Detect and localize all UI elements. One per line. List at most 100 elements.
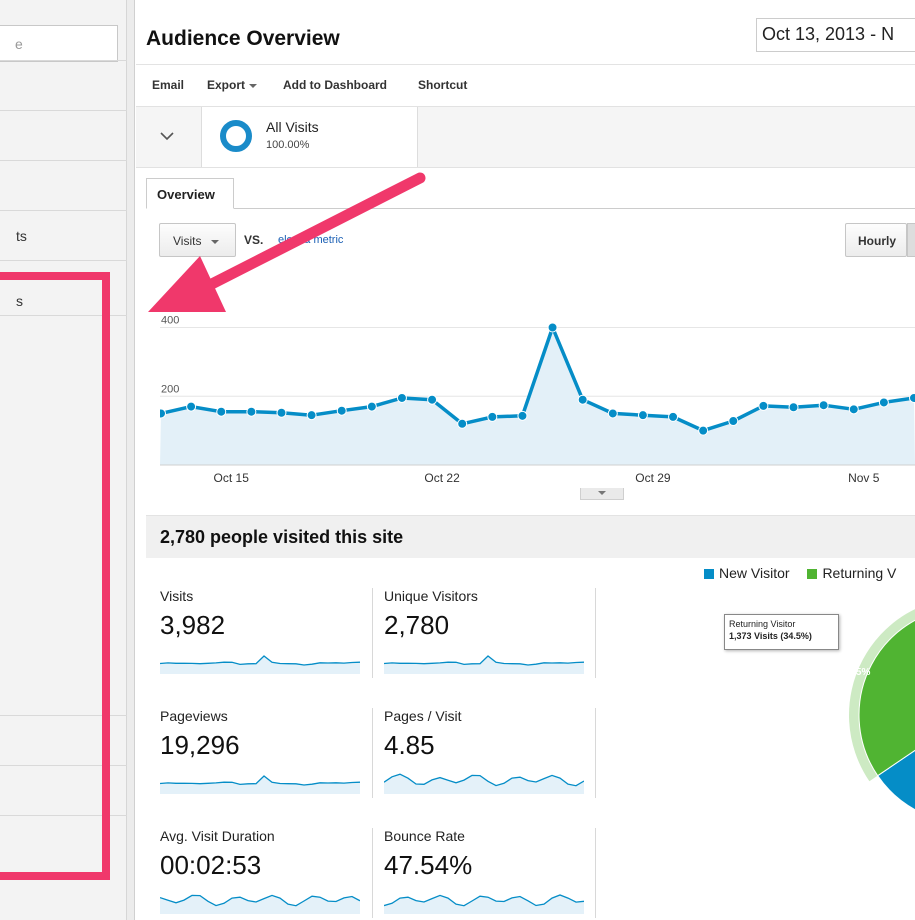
metric-label: Pageviews — [160, 708, 228, 724]
sparkline-area — [160, 656, 360, 674]
app-root: e ts s Audience Overview Oct 13, 2013 - … — [0, 0, 915, 920]
metric-label: Avg. Visit Duration — [160, 828, 275, 844]
data-point — [160, 408, 166, 419]
data-point — [818, 400, 829, 411]
data-point — [186, 401, 197, 412]
sidebar-item[interactable]: s — [0, 260, 127, 315]
metric-card[interactable]: Visits 3,982 — [160, 588, 380, 698]
pie-tooltip: Returning Visitor 1,373 Visits (34.5%) — [724, 614, 839, 650]
legend-swatch-returning-visitor — [807, 569, 818, 580]
metric-card[interactable]: Pages / Visit 4.85 — [384, 708, 604, 818]
date-range-picker[interactable]: Oct 13, 2013 - N — [756, 18, 915, 52]
metric-value: 4.85 — [384, 730, 435, 760]
export-label: Export — [207, 78, 246, 92]
chevron-down-icon — [160, 132, 174, 141]
hourly-button[interactable]: Hourly — [845, 223, 907, 257]
x-tick-label: Oct 29 — [635, 471, 671, 485]
metric-card[interactable]: Pageviews 19,296 — [160, 708, 380, 818]
segment-percent: 100.00% — [266, 139, 310, 151]
legend-swatch-new-visitor — [704, 569, 714, 580]
sidebar-item-label: ts — [16, 228, 27, 244]
visits-line-chart: 400 200 Oct 15 Oct 22 Oct 29 Nov 5 — [160, 315, 915, 485]
sparkline-area — [160, 776, 360, 794]
segment-card-all-visits[interactable]: All Visits 100.00% — [202, 107, 418, 167]
metric-divider — [372, 828, 373, 918]
x-tick-label: Oct 22 — [424, 471, 460, 485]
sidebar-item[interactable] — [0, 765, 127, 815]
sidebar-item[interactable] — [0, 110, 127, 160]
pie-label-returning-visitor: 34.5% — [842, 667, 870, 678]
select-metric-link[interactable]: elect a metric — [278, 234, 343, 246]
sidebar-item[interactable] — [0, 160, 127, 210]
metric-divider — [372, 708, 373, 798]
sparkline-area — [384, 774, 584, 794]
metric-value: 3,982 — [160, 610, 226, 640]
data-point — [547, 322, 558, 333]
metric-label: Visits — [160, 588, 194, 604]
sidebar-item[interactable] — [0, 815, 127, 865]
metric-sparkline — [160, 894, 360, 914]
expand-chart-handle[interactable] — [580, 488, 624, 500]
sidebar-item[interactable] — [0, 60, 127, 110]
data-point — [366, 401, 377, 412]
data-point — [878, 397, 889, 408]
metric-value: 2,780 — [384, 610, 450, 640]
metric-sparkline — [384, 894, 584, 914]
sidebar-item[interactable] — [0, 315, 127, 365]
segment-toggle[interactable] — [136, 107, 202, 167]
data-point — [758, 400, 769, 411]
data-point — [668, 411, 679, 422]
metric-label: Pages / Visit — [384, 708, 462, 724]
metric-sparkline — [160, 655, 360, 674]
data-point — [216, 406, 227, 417]
legend-new-visitor: New Visitor — [719, 565, 790, 581]
segment-ring-icon — [220, 120, 252, 152]
data-point — [427, 394, 438, 405]
email-button[interactable]: Email — [152, 78, 184, 92]
metric-card[interactable]: Unique Visitors 2,780 — [384, 588, 604, 698]
metric-card[interactable]: Avg. Visit Duration 00:02:53 — [160, 828, 380, 920]
vs-label: VS. — [244, 233, 264, 247]
metric-divider — [372, 588, 373, 678]
sparkline-area — [160, 895, 360, 914]
main-content: Audience Overview Oct 13, 2013 - N Email… — [136, 0, 915, 920]
sparkline-area — [384, 656, 584, 674]
page-title: Audience Overview — [146, 27, 340, 50]
metric-card[interactable]: Bounce Rate 47.54% — [384, 828, 604, 920]
data-point — [457, 418, 468, 429]
data-point — [396, 392, 407, 403]
tooltip-value: 1,373 Visits (34.5%) — [729, 631, 812, 641]
chevron-down-icon — [249, 83, 258, 88]
day-button[interactable] — [907, 223, 915, 257]
tab-divider — [146, 208, 915, 209]
y-tick-label: 400 — [161, 315, 179, 327]
tab-overview[interactable]: Overview — [146, 178, 234, 209]
metric-label: Unique Visitors — [384, 588, 478, 604]
metric-value: 47.54% — [384, 850, 473, 880]
metric-select[interactable]: Visits — [159, 223, 236, 257]
data-point — [517, 410, 528, 421]
metric-sparkline — [160, 775, 360, 794]
left-sidebar: e ts s — [0, 0, 127, 920]
data-point — [607, 408, 618, 419]
metric-sparkline — [384, 773, 584, 794]
chevron-down-icon — [211, 239, 220, 244]
x-tick-label: Oct 15 — [214, 471, 250, 485]
metric-divider — [595, 828, 596, 918]
data-point — [276, 407, 287, 418]
summary-bar: 2,780 people visited this site — [146, 515, 915, 558]
data-point — [909, 392, 915, 403]
add-to-dashboard-button[interactable]: Add to Dashboard — [283, 78, 387, 92]
sidebar-search-input[interactable]: e — [0, 25, 118, 62]
shortcut-button[interactable]: Shortcut — [418, 78, 467, 92]
data-point — [788, 402, 799, 413]
segment-bar: All Visits 100.00% — [136, 106, 915, 168]
export-button[interactable]: Export — [207, 78, 258, 92]
data-point — [306, 410, 317, 421]
x-tick-label: Nov 5 — [848, 471, 880, 485]
sidebar-item[interactable] — [0, 715, 127, 765]
sidebar-resize-handle[interactable] — [127, 0, 135, 920]
sidebar-item[interactable]: ts — [0, 210, 127, 260]
metric-divider — [595, 588, 596, 678]
data-point — [728, 416, 739, 426]
